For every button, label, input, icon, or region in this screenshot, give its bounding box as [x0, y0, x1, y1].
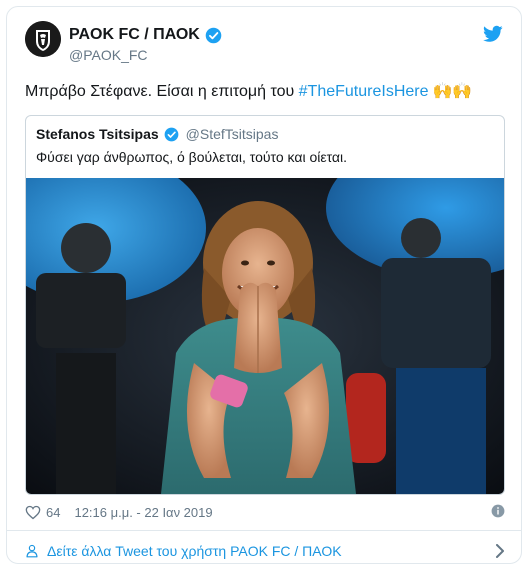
quoted-tweet-text: Φύσει γαρ άνθρωπος, ό βούλεται, τούτο κα…: [36, 149, 348, 165]
quoted-author-handle: @StefTsitsipas: [185, 126, 279, 142]
quoted-author-name: Stefanos Tsitsipas: [36, 126, 159, 142]
quoted-tweet[interactable]: Stefanos Tsitsipas @StefTsitsipas Φύσει …: [25, 115, 505, 495]
tweet-timestamp[interactable]: 12:16 μ.μ. - 22 Ιαν 2019: [74, 505, 212, 520]
avatar[interactable]: [25, 21, 61, 57]
raised-hands-emoji: 🙌🙌: [432, 83, 473, 100]
more-tweets-link[interactable]: Δείτε άλλα Tweet του χρήστη PAOK FC / ΠΑ…: [25, 541, 505, 561]
paok-crest-icon: [25, 21, 61, 57]
tweet-card: PAOK FC / ΠΑΟΚ @PAOK_FC Μπράβο Στέφανε. …: [6, 6, 522, 564]
tweet-meta: 64 12:16 μ.μ. - 22 Ιαν 2019: [25, 503, 505, 521]
info-icon[interactable]: [491, 504, 505, 518]
author-names: PAOK FC / ΠΑΟΚ @PAOK_FC: [69, 25, 222, 65]
person-icon: [26, 544, 38, 558]
tennis-player-photo[interactable]: [26, 178, 504, 494]
tweet-text: Μπράβο Στέφανε. Είσαι η επιτομή του: [25, 83, 299, 100]
tweet-body: Μπράβο Στέφανε. Είσαι η επιτομή του #The…: [25, 81, 472, 103]
more-tweets-label[interactable]: Δείτε άλλα Tweet του χρήστη PAOK FC / ΠΑ…: [47, 543, 342, 559]
heart-icon[interactable]: [25, 505, 41, 520]
chevron-right-icon[interactable]: [495, 544, 505, 558]
divider: [7, 530, 521, 531]
twitter-bird-icon[interactable]: [483, 25, 503, 43]
tweet-header: PAOK FC / ΠΑΟΚ @PAOK_FC: [7, 7, 521, 77]
author-handle[interactable]: @PAOK_FC: [69, 45, 222, 65]
verified-badge-icon: [205, 27, 222, 43]
quoted-tweet-header: Stefanos Tsitsipas @StefTsitsipas: [36, 126, 278, 142]
like-count[interactable]: 64: [46, 505, 60, 520]
hashtag-link[interactable]: #TheFutureIsHere: [299, 83, 429, 100]
author-display-name[interactable]: PAOK FC / ΠΑΟΚ: [69, 25, 200, 45]
verified-badge-icon: [164, 127, 179, 141]
